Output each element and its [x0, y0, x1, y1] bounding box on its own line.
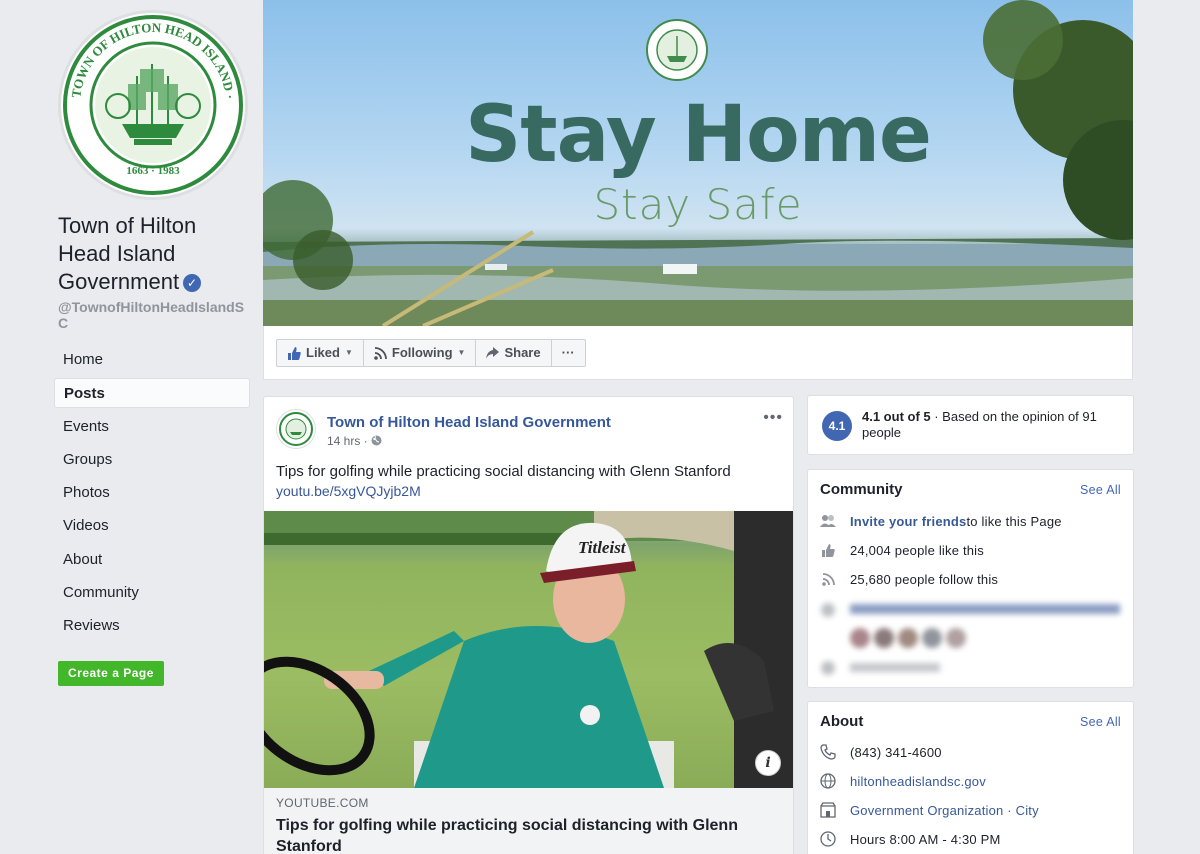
- nav-item-about[interactable]: About: [54, 545, 250, 575]
- caret-down-icon: ▼: [344, 348, 353, 357]
- website-link[interactable]: hiltonheadislandsc.gov: [850, 774, 986, 789]
- video-thumbnail[interactable]: Titleist i: [264, 511, 793, 788]
- invite-rest-text: to like this Page: [966, 513, 1062, 529]
- globe-icon: [820, 773, 836, 789]
- page-action-buttons: Liked ▼ Following ▼ Share ···: [276, 339, 586, 367]
- cover-title: Stay Home: [465, 90, 932, 180]
- following-button[interactable]: Following ▼: [364, 340, 477, 366]
- more-dots-icon: ···: [561, 345, 575, 360]
- nav-item-posts[interactable]: Posts: [54, 378, 250, 409]
- hours-text: Hours 8:00 AM - 4:30 PM: [850, 831, 1001, 847]
- post-text: Tips for golfing while practicing social…: [276, 463, 731, 480]
- phone-icon: [820, 744, 836, 760]
- rating-score: 4.1 out of 5: [862, 409, 931, 424]
- verified-badge-icon: ✓: [183, 274, 202, 292]
- invite-friends-row: Invite your friends to like this Page: [820, 511, 1062, 531]
- rating-card[interactable]: 4.1 4.1 out of 5 · Based on the opinion …: [807, 395, 1134, 455]
- nav-item-groups[interactable]: Groups: [54, 445, 250, 475]
- category-row: Government Organization · City: [820, 800, 1039, 820]
- more-options-button[interactable]: ···: [552, 340, 585, 366]
- hours-row: Hours 8:00 AM - 4:30 PM: [820, 829, 1001, 849]
- cover-seal-icon: [646, 19, 708, 81]
- post-options-button[interactable]: •••: [763, 409, 783, 427]
- rating-text: 4.1 out of 5 · Based on the opinion of 9…: [862, 409, 1124, 441]
- post-time-text: 14 hrs ·: [327, 434, 368, 448]
- share-arrow-icon: [486, 347, 500, 359]
- golfer-in-cart-graphic: Titleist: [264, 511, 793, 788]
- post-timestamp[interactable]: 14 hrs ·: [327, 434, 382, 448]
- post-author-avatar[interactable]: [276, 409, 316, 449]
- nav-item-photos[interactable]: Photos: [54, 478, 250, 508]
- profile-picture[interactable]: TOWN OF HILTON HEAD ISLAND · SOUTH CAROL…: [58, 10, 248, 200]
- phone-number: (843) 341-4600: [850, 744, 942, 760]
- following-label: Following: [391, 345, 453, 360]
- follows-count: 25,680 people follow this: [850, 571, 999, 587]
- page-action-bar: Liked ▼ Following ▼ Share ···: [263, 326, 1133, 380]
- community-title: Community: [820, 481, 903, 498]
- thumbs-up-icon: [820, 542, 836, 558]
- clock-icon: [820, 831, 836, 847]
- create-page-button[interactable]: Create a Page: [58, 661, 164, 686]
- phone-row: (843) 341-4600: [820, 742, 942, 762]
- people-icon: [820, 513, 836, 529]
- blurred-friends-info: [821, 603, 1120, 675]
- community-card: Community See All Invite your friends to…: [807, 469, 1134, 688]
- link-preview-title: Tips for golfing while practicing social…: [276, 817, 738, 854]
- likes-row: 24,004 people like this: [820, 540, 984, 560]
- svg-text:1663 · 1983: 1663 · 1983: [126, 165, 180, 177]
- community-see-all-link[interactable]: See All: [1080, 483, 1121, 497]
- page-title[interactable]: Town of Hilton Head Island Government ✓: [58, 212, 248, 296]
- page-name-text: Town of Hilton Head Island Government: [58, 213, 197, 294]
- share-label: Share: [504, 345, 541, 360]
- share-button[interactable]: Share: [476, 340, 552, 366]
- rating-badge: 4.1: [822, 411, 852, 441]
- likes-count: 24,004 people like this: [850, 542, 984, 558]
- nav-item-videos[interactable]: Videos: [54, 511, 250, 541]
- town-seal-icon: [279, 412, 313, 446]
- page-nav: Home Posts Events Groups Photos Videos A…: [54, 345, 250, 645]
- cover-photo[interactable]: Stay Home Stay Safe: [263, 0, 1133, 326]
- category-link[interactable]: Government Organization · City: [850, 803, 1039, 818]
- post-author-name[interactable]: Town of Hilton Head Island Government: [327, 414, 611, 431]
- liked-button[interactable]: Liked ▼: [277, 340, 364, 366]
- globe-icon: [371, 435, 382, 446]
- follows-row: 25,680 people follow this: [820, 569, 998, 589]
- page-handle[interactable]: @TownofHiltonHeadIslandSC: [58, 299, 248, 331]
- building-icon: [820, 802, 836, 818]
- website-row: hiltonheadislandsc.gov: [820, 771, 986, 791]
- info-button[interactable]: i: [755, 750, 781, 776]
- nav-item-home[interactable]: Home: [54, 345, 250, 375]
- nav-item-reviews[interactable]: Reviews: [54, 611, 250, 641]
- about-see-all-link[interactable]: See All: [1080, 715, 1121, 729]
- rss-icon: [374, 346, 387, 360]
- town-seal-logo: TOWN OF HILTON HEAD ISLAND · SOUTH CAROL…: [62, 14, 243, 195]
- rss-icon: [820, 571, 836, 587]
- invite-friends-link[interactable]: Invite your friends: [850, 514, 967, 529]
- about-card: About See All (843) 341-4600 hiltonheadi…: [807, 701, 1134, 854]
- about-title: About: [820, 713, 864, 730]
- thumbs-up-icon: [288, 346, 301, 360]
- liked-label: Liked: [306, 345, 340, 360]
- svg-text:Titleist: Titleist: [578, 538, 627, 557]
- link-preview-domain: YOUTUBE.COM: [276, 796, 369, 810]
- link-preview[interactable]: YOUTUBE.COM Tips for golfing while pract…: [264, 788, 793, 854]
- cover-subtitle: Stay Safe: [593, 180, 803, 229]
- nav-item-events[interactable]: Events: [54, 412, 250, 442]
- post-link[interactable]: youtu.be/5xgVQJyjb2M: [276, 483, 421, 499]
- nav-item-community[interactable]: Community: [54, 578, 250, 608]
- caret-down-icon: ▼: [457, 348, 466, 357]
- post-card: Town of Hilton Head Island Government 14…: [263, 396, 794, 854]
- left-column: TOWN OF HILTON HEAD ISLAND · SOUTH CAROL…: [0, 0, 262, 854]
